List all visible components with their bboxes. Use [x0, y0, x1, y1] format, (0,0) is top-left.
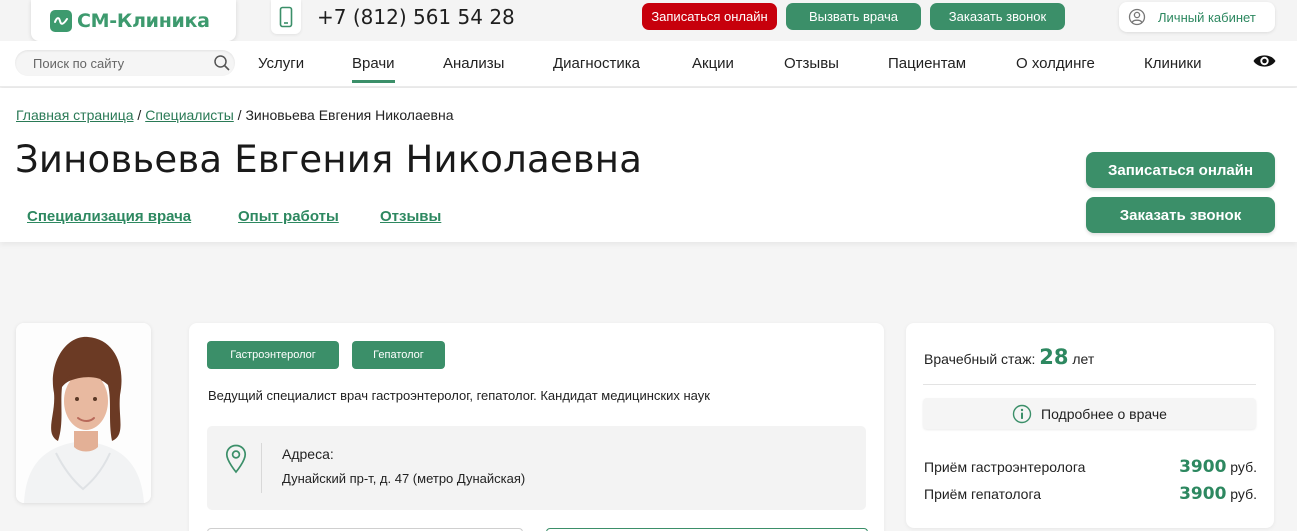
nav-item-promotions[interactable]: Акции	[692, 55, 734, 72]
address-block: Адреса: Дунайский пр-т, д. 47 (метро Дун…	[207, 426, 866, 510]
nav-item-doctors[interactable]: Врачи	[352, 55, 395, 83]
info-icon	[1012, 404, 1032, 423]
breadcrumb-current: Зиновьева Евгения Николаевна	[245, 107, 454, 123]
more-about-doctor-label: Подробнее о враче	[1041, 405, 1167, 422]
breadcrumb: Главная страница / Специалисты / Зиновье…	[16, 107, 454, 123]
doctor-header: Главная страница / Специалисты / Зиновье…	[0, 88, 1297, 242]
nav-item-about[interactable]: О холдинге	[1016, 55, 1095, 72]
personal-account-label: Личный кабинет	[1158, 9, 1256, 25]
search-input[interactable]	[33, 55, 213, 71]
address-value[interactable]: Дунайский пр-т, д. 47 (метро Дунайская)	[282, 471, 525, 486]
online-booking-button[interactable]: Записаться онлайн	[642, 3, 777, 30]
tab-specialization[interactable]: Специализация врача	[27, 208, 191, 225]
call-doctor-button[interactable]: Вызвать врача	[786, 3, 921, 30]
address-label: Адреса:	[282, 446, 334, 462]
price-currency: руб.	[1230, 459, 1257, 475]
doctor-photo	[16, 323, 151, 503]
tab-reviews[interactable]: Отзывы	[380, 208, 441, 225]
doctor-description: Ведущий специалист врач гастроэнтеролог,…	[208, 388, 710, 403]
nav-item-diagnostics[interactable]: Диагностика	[553, 55, 640, 72]
tab-experience[interactable]: Опыт работы	[238, 208, 339, 225]
nav-item-reviews[interactable]: Отзывы	[784, 55, 839, 72]
request-call-button[interactable]: Заказать звонок	[1086, 197, 1275, 233]
price-amount: 3900	[1179, 484, 1227, 504]
price-row: Приём гастроэнтеролога 3900 руб.	[924, 457, 1257, 477]
breadcrumb-separator: /	[133, 107, 146, 123]
location-pin-icon	[225, 444, 247, 474]
price-currency: руб.	[1230, 486, 1257, 502]
top-bar: СМ-Клиника +7 (812) 561 54 28 Записаться…	[0, 0, 1297, 41]
breadcrumb-specialists[interactable]: Специалисты	[145, 107, 234, 123]
experience-label: Врачебный стаж:	[924, 351, 1036, 367]
experience-unit: лет	[1072, 351, 1095, 367]
price-row: Приём гепатолога 3900 руб.	[924, 484, 1257, 504]
phone-number[interactable]: +7 (812) 561 54 28	[317, 5, 515, 29]
phone-icon[interactable]	[271, 0, 301, 34]
search-box	[15, 50, 235, 76]
doctor-summary-panel: Врачебный стаж: 28 лет Подробнее о враче…	[906, 323, 1274, 528]
address-divider	[261, 443, 262, 493]
breadcrumb-separator: /	[233, 107, 246, 123]
search-icon[interactable]	[213, 54, 231, 72]
doctor-info-card: Гастроэнтеролог Гепатолог Ведущий специа…	[189, 323, 884, 531]
price-label: Приём гастроэнтеролога	[924, 459, 1086, 475]
order-call-button[interactable]: Заказать звонок	[930, 3, 1065, 30]
doctor-portrait	[16, 323, 151, 503]
experience: Врачебный стаж: 28 лет	[924, 345, 1094, 369]
logo-icon	[50, 9, 72, 32]
price-label: Приём гепатолога	[924, 486, 1042, 502]
price-amount: 3900	[1179, 457, 1227, 477]
eye-icon[interactable]	[1252, 51, 1277, 71]
page-title: Зиновьева Евгения Николаевна	[15, 138, 643, 181]
nav-item-patients[interactable]: Пациентам	[888, 55, 966, 72]
logo-text: СМ-Клиника	[77, 9, 210, 32]
breadcrumb-home[interactable]: Главная страница	[16, 107, 134, 123]
main-nav: Услуги Врачи Анализы Диагностика Акции О…	[0, 41, 1297, 87]
divider	[923, 384, 1256, 385]
personal-account-button[interactable]: Личный кабинет	[1119, 2, 1275, 32]
tag-gastroenterologist[interactable]: Гастроэнтеролог	[207, 341, 339, 369]
nav-item-services[interactable]: Услуги	[258, 55, 304, 72]
nav-item-analyses[interactable]: Анализы	[443, 55, 504, 72]
more-about-doctor-button[interactable]: Подробнее о враче	[923, 398, 1256, 429]
book-online-button[interactable]: Записаться онлайн	[1086, 152, 1275, 188]
experience-value: 28	[1039, 345, 1069, 369]
nav-item-clinics[interactable]: Клиники	[1144, 55, 1201, 72]
logo[interactable]: СМ-Клиника	[31, 0, 236, 41]
user-icon	[1128, 8, 1146, 26]
tag-hepatologist[interactable]: Гепатолог	[352, 341, 445, 369]
